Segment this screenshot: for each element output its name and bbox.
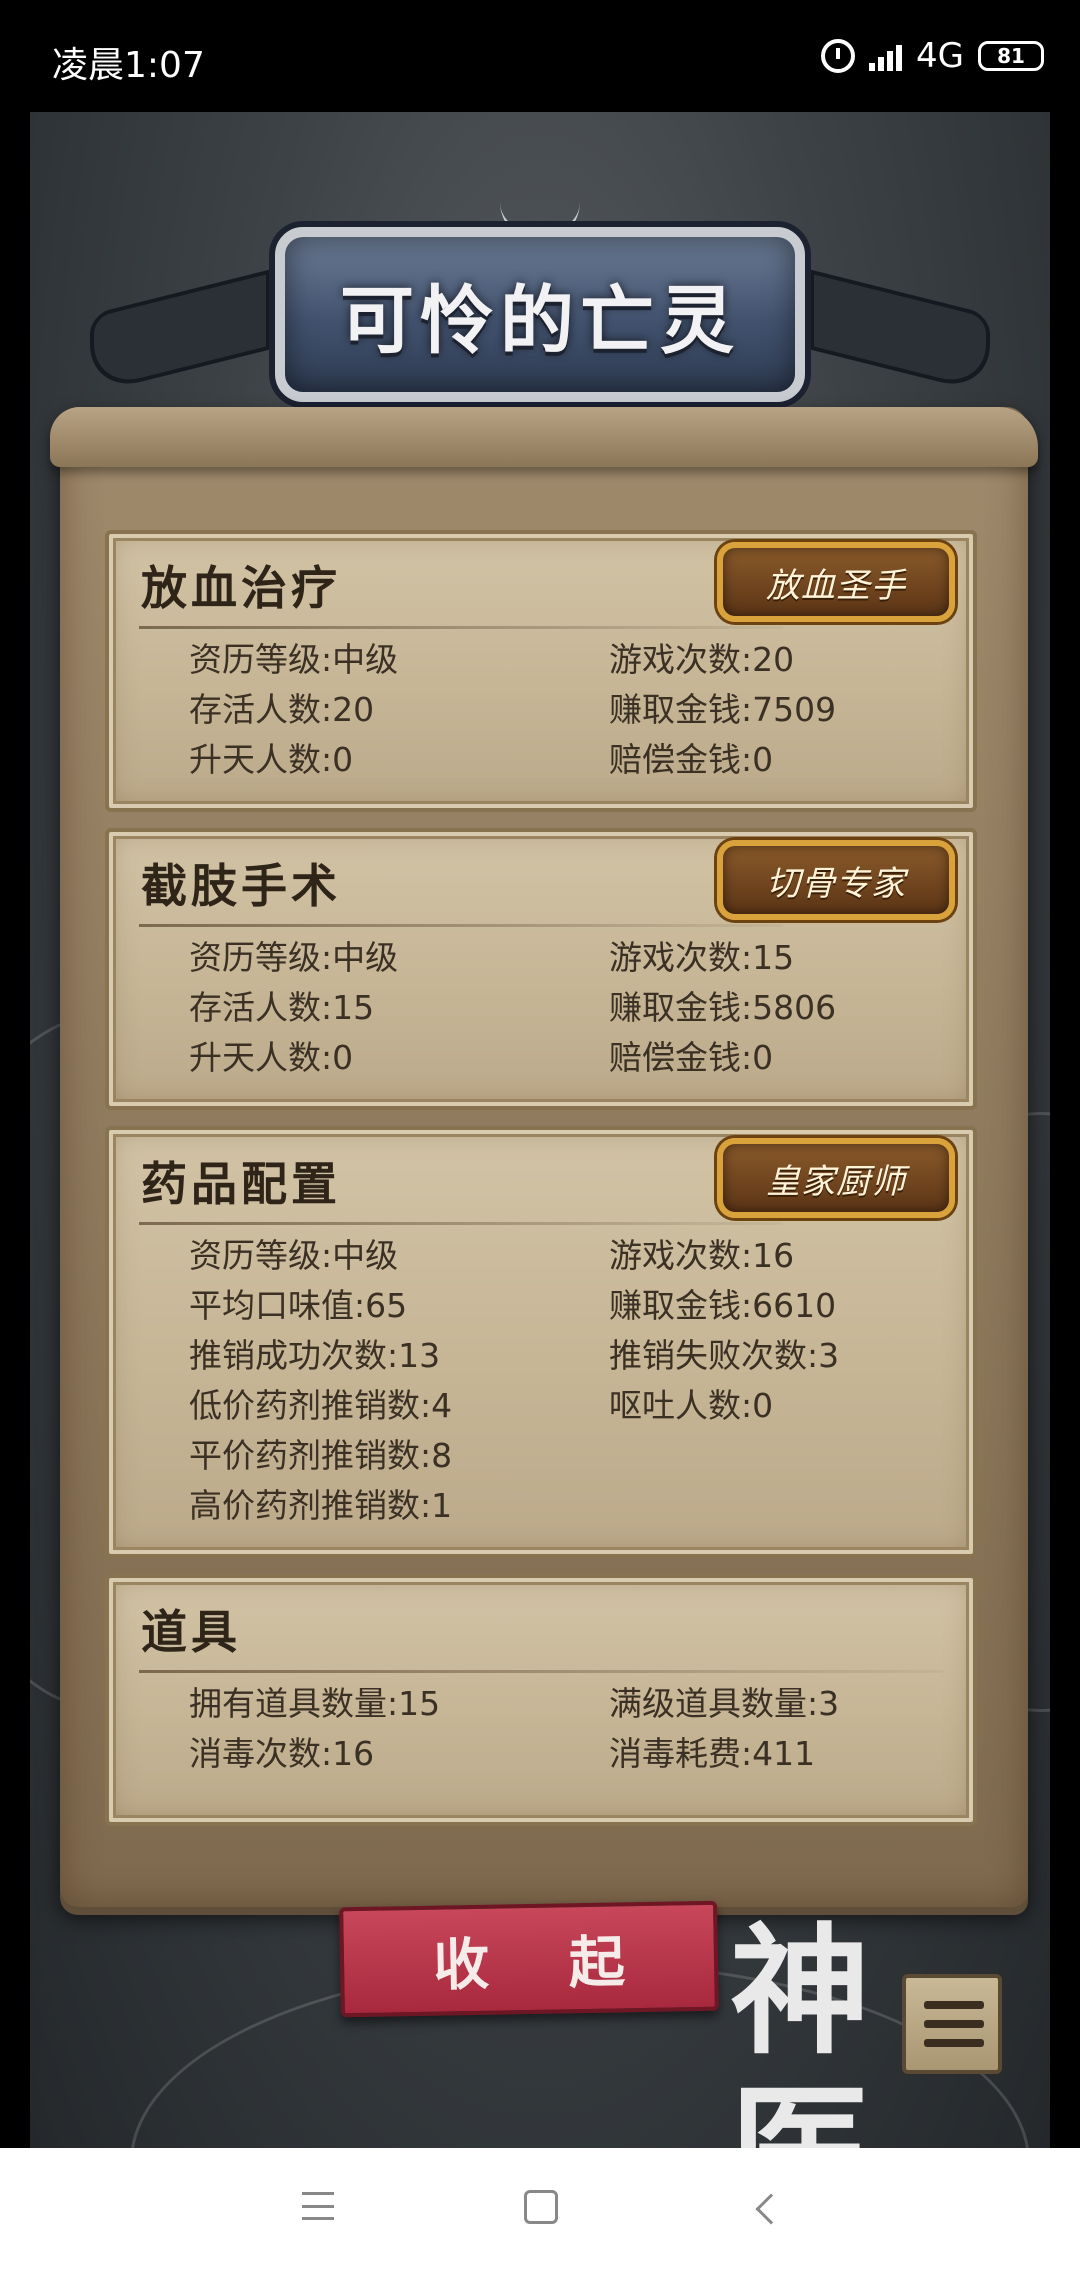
menu-button[interactable] — [902, 1974, 1002, 2074]
stat-item: 资历等级:中级 — [189, 640, 399, 679]
alarm-icon — [821, 39, 856, 73]
card-title: 道具 — [141, 1605, 241, 1659]
banner-ornament-right — [810, 269, 990, 395]
network-type: 4G — [916, 36, 964, 76]
stat-item: 资历等级:中级 — [189, 938, 399, 977]
status-bar: 凌晨1:07 4G 81 — [0, 0, 1080, 112]
stat-item: 平价药剂推销数:8 — [189, 1436, 453, 1475]
game-screen: 可怜的亡灵 放血治疗 放血圣手 资历等级:中级 游戏次数:20 存活人数:20 … — [30, 112, 1050, 2148]
signal-icon — [869, 41, 903, 71]
stat-item: 升天人数:0 — [189, 740, 354, 779]
menu-icon-line — [924, 2039, 984, 2047]
collapse-button[interactable]: 收 起 — [339, 1900, 719, 2018]
badge-label: 切骨专家 — [766, 863, 906, 904]
badge-label: 皇家厨师 — [766, 1161, 906, 1202]
back-icon[interactable] — [755, 2193, 787, 2225]
status-time: 凌晨1:07 — [52, 45, 205, 86]
achievement-badge[interactable]: 切骨专家 — [717, 840, 955, 920]
stat-item — [609, 1486, 949, 1526]
stat-item: 存活人数:20 — [189, 690, 375, 729]
title-banner: 可怜的亡灵 — [30, 172, 1050, 432]
stat-item: 游戏次数:15 — [609, 938, 795, 977]
game-logo-text: 神医 — [730, 1910, 871, 2148]
card-title: 药品配置 — [141, 1157, 341, 1211]
stat-item: 存活人数:15 — [189, 988, 375, 1027]
stat-item: 赚取金钱:5806 — [609, 988, 837, 1027]
stats-card-pharmacy: 药品配置 皇家厨师 资历等级:中级 游戏次数:16 平均口味值:65 赚取金钱:… — [105, 1126, 977, 1558]
card-divider — [139, 1670, 943, 1673]
stat-item — [609, 1436, 949, 1476]
stat-item: 赚取金钱:7509 — [609, 690, 837, 729]
stat-item: 拥有道具数量:15 — [189, 1684, 441, 1723]
stats-grid: 资历等级:中级 游戏次数:16 平均口味值:65 赚取金钱:6610 推销成功次… — [189, 1236, 949, 1526]
achievement-badge[interactable]: 皇家厨师 — [717, 1138, 955, 1218]
stats-grid: 拥有道具数量:15 满级道具数量:3 消毒次数:16 消毒耗费:411 — [189, 1684, 949, 1774]
badge-label: 放血圣手 — [766, 565, 906, 606]
stat-item: 资历等级:中级 — [189, 1236, 399, 1275]
stat-item: 游戏次数:16 — [609, 1236, 795, 1275]
banner-ornament-left — [90, 269, 270, 395]
stat-item: 消毒次数:16 — [189, 1734, 375, 1773]
stats-card-bloodletting: 放血治疗 放血圣手 资历等级:中级 游戏次数:20 存活人数:20 赚取金钱:7… — [105, 530, 977, 812]
stat-item: 低价药剂推销数:4 — [189, 1386, 453, 1425]
stats-grid: 资历等级:中级 游戏次数:15 存活人数:15 赚取金钱:5806 升天人数:0… — [189, 938, 949, 1078]
stat-item: 赔偿金钱:0 — [609, 740, 774, 779]
stat-item: 赔偿金钱:0 — [609, 1038, 774, 1077]
card-divider — [139, 1222, 783, 1225]
stat-item: 呕吐人数:0 — [609, 1386, 774, 1425]
battery-icon: 81 — [978, 41, 1044, 71]
stat-item: 推销成功次数:13 — [189, 1336, 441, 1375]
parchment-roll — [50, 407, 1038, 467]
stat-item: 平均口味值:65 — [189, 1286, 408, 1325]
achievement-badge[interactable]: 放血圣手 — [717, 542, 955, 622]
home-icon[interactable] — [524, 2190, 558, 2224]
system-nav-bar — [0, 2148, 1080, 2280]
card-title: 放血治疗 — [141, 561, 341, 615]
stats-grid: 资历等级:中级 游戏次数:20 存活人数:20 赚取金钱:7509 升天人数:0… — [189, 640, 949, 780]
stat-item: 消毒耗费:411 — [609, 1734, 816, 1773]
banner-plate: 可怜的亡灵 — [275, 227, 805, 402]
battery-level: 81 — [997, 44, 1025, 68]
card-divider — [139, 626, 783, 629]
menu-icon-line — [924, 2001, 984, 2009]
stat-item: 赚取金钱:6610 — [609, 1286, 837, 1325]
card-title: 截肢手术 — [141, 859, 341, 913]
stats-card-items: 道具 拥有道具数量:15 满级道具数量:3 消毒次数:16 消毒耗费:411 — [105, 1574, 977, 1826]
status-icons: 4G 81 — [821, 34, 1044, 78]
stat-item: 推销失败次数:3 — [609, 1336, 840, 1375]
recent-apps-icon[interactable] — [302, 2192, 334, 2220]
game-logo: 神医 — [730, 1912, 930, 2148]
stat-item: 满级道具数量:3 — [609, 1684, 840, 1723]
stat-item: 游戏次数:20 — [609, 640, 795, 679]
stat-item: 高价药剂推销数:1 — [189, 1486, 453, 1525]
page-title: 可怜的亡灵 — [340, 278, 740, 364]
menu-icon-line — [924, 2020, 984, 2028]
card-divider — [139, 924, 783, 927]
stats-card-amputation: 截肢手术 切骨专家 资历等级:中级 游戏次数:15 存活人数:15 赚取金钱:5… — [105, 828, 977, 1110]
stat-item: 升天人数:0 — [189, 1038, 354, 1077]
collapse-button-label: 收 起 — [432, 1929, 656, 1999]
